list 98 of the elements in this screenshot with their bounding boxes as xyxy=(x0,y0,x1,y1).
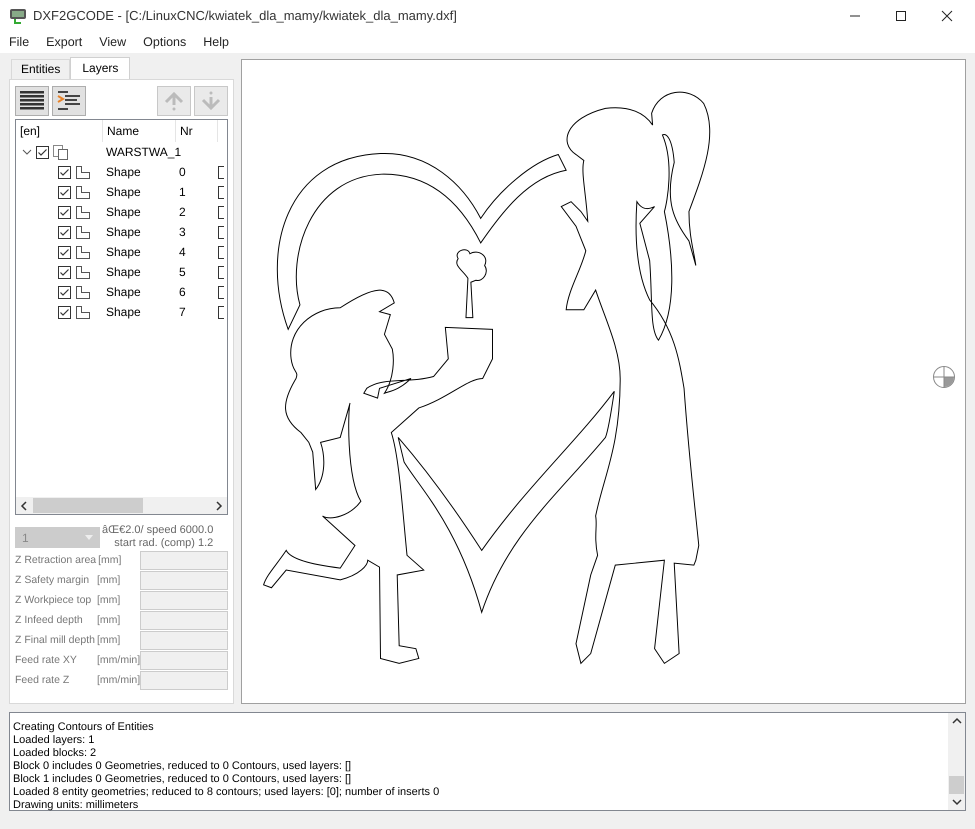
parameter-label: Z Retraction area xyxy=(15,554,96,566)
shape-icon xyxy=(75,284,91,300)
tab[interactable]: Layers xyxy=(70,57,130,79)
shape-name[interactable]: Shape xyxy=(103,265,176,279)
parameter-label: Z Final mill depth xyxy=(15,634,95,646)
scroll-right-icon[interactable] xyxy=(215,500,223,510)
layers-icon xyxy=(53,144,69,160)
shape-number: 0 xyxy=(178,165,187,179)
checkbox[interactable] xyxy=(36,146,49,158)
lines-icon xyxy=(19,90,45,112)
checkbox[interactable] xyxy=(58,166,71,178)
shape-name[interactable]: Shape xyxy=(103,185,176,199)
indent-list-icon xyxy=(56,90,82,112)
shape-icon xyxy=(75,244,91,260)
down-arrow-icon xyxy=(200,90,222,112)
shape-icon xyxy=(75,224,91,240)
menu-item[interactable]: View xyxy=(99,35,126,49)
checkbox[interactable] xyxy=(58,306,71,318)
log-line: Loaded 8 entity geometries; reduced to 8 contours; used layers: [0]; number of inserts 0 xyxy=(13,786,440,799)
unit-label: [mm] xyxy=(97,574,122,586)
scroll-left-icon[interactable] xyxy=(20,500,28,510)
log-line: Loaded layers: 1 xyxy=(13,734,96,747)
shape-name[interactable]: Shape xyxy=(103,285,176,299)
shape-number: 4 xyxy=(178,245,187,259)
shape-number: 5 xyxy=(178,265,187,279)
expand-caret-icon[interactable] xyxy=(22,147,32,157)
log-line: Block 0 includes 0 Geometries, reduced to 0 Contours, used layers: [] xyxy=(13,760,352,773)
window-title: DXF2GCODE - [C:/LinuxCNC/kwiatek_dla_mamy/kwiatek_dla_mamy.dxf] xyxy=(33,8,457,23)
shape-icon xyxy=(75,184,91,200)
shape-name[interactable]: Shape xyxy=(103,305,176,319)
unit-label: [mm] xyxy=(97,634,122,646)
parameter-label: Z Safety margin xyxy=(15,574,90,586)
menu-item[interactable]: Help xyxy=(203,35,229,49)
shape-icon xyxy=(75,204,91,220)
shape-icon xyxy=(75,164,91,180)
vertical-scrollbar[interactable] xyxy=(948,713,965,810)
log-line: Creating Contours of Entities xyxy=(13,721,155,734)
log-line: Loaded blocks: 2 xyxy=(13,747,98,760)
scroll-down-icon[interactable] xyxy=(952,798,962,806)
checkbox[interactable] xyxy=(58,266,71,278)
checkbox[interactable] xyxy=(58,226,71,238)
horizontal-scrollbar[interactable] xyxy=(16,497,227,514)
parameter-label: Z Workpiece top xyxy=(15,594,92,606)
checkbox[interactable] xyxy=(218,226,224,238)
shape-name[interactable]: Shape xyxy=(103,165,176,179)
shape-name[interactable]: Shape xyxy=(103,225,176,239)
checkbox[interactable] xyxy=(58,206,71,218)
crosshair-circle-icon[interactable] xyxy=(932,365,956,389)
maximize-icon[interactable] xyxy=(895,10,907,22)
unit-label: [mm] xyxy=(97,594,122,606)
column-header[interactable]: [en] xyxy=(16,120,103,142)
shape-number: 1 xyxy=(178,185,187,199)
unit-label: [mm/min] xyxy=(97,654,140,666)
checkbox[interactable] xyxy=(218,186,224,198)
checkbox[interactable] xyxy=(58,186,71,198)
scrollbar-thumb[interactable] xyxy=(33,498,143,513)
shape-number: 2 xyxy=(178,205,187,219)
unit-label: [mm] xyxy=(97,614,122,626)
scrollbar-thumb[interactable] xyxy=(949,776,964,794)
layer-name[interactable]: WARSTWA_1 xyxy=(103,145,182,159)
tool-info: start rad. (comp) 1.2 xyxy=(114,537,214,550)
checkbox[interactable] xyxy=(218,306,224,318)
shape-name[interactable]: Shape xyxy=(103,245,176,259)
menu-item[interactable]: Options xyxy=(143,35,186,49)
checkbox[interactable] xyxy=(218,206,224,218)
shape-number: 6 xyxy=(178,285,187,299)
log-line: Drawing units: millimeters xyxy=(13,799,140,812)
shape-number: 7 xyxy=(178,305,187,319)
parameter-label: Feed rate Z xyxy=(15,674,70,686)
drawing-canvas[interactable] xyxy=(241,59,966,704)
close-icon[interactable] xyxy=(941,10,953,22)
shape-icon xyxy=(75,304,91,320)
checkbox[interactable] xyxy=(218,166,224,178)
up-arrow-icon xyxy=(163,90,185,112)
scroll-up-icon[interactable] xyxy=(952,717,962,725)
parameter-label: Feed rate XY xyxy=(15,654,78,666)
column-header[interactable]: Nr xyxy=(176,120,218,142)
tool-info: âŒ€2.0/ speed 6000.0 xyxy=(102,524,214,537)
log-line: Block 1 includes 0 Geometries, reduced to 0 Contours, used layers: [] xyxy=(13,773,352,786)
unit-label: [mm/min] xyxy=(97,674,140,686)
toolbar-button[interactable] xyxy=(15,86,49,116)
parameter-label: Z Infeed depth xyxy=(15,614,84,626)
menu-item[interactable]: Export xyxy=(46,35,82,49)
shape-icon xyxy=(75,264,91,280)
column-header[interactable]: Name xyxy=(103,120,176,142)
menu-item[interactable]: File xyxy=(9,35,30,49)
shape-name[interactable]: Shape xyxy=(103,205,176,219)
toolbar-button[interactable] xyxy=(52,86,86,116)
unit-label: [mm] xyxy=(98,554,122,566)
shape-number: 3 xyxy=(178,225,187,239)
checkbox[interactable] xyxy=(218,286,224,298)
checkbox[interactable] xyxy=(218,246,224,258)
checkbox[interactable] xyxy=(58,286,71,298)
app-icon xyxy=(9,8,27,24)
dropdown-caret-icon xyxy=(85,535,93,540)
tab[interactable]: Entities xyxy=(11,59,70,79)
checkbox[interactable] xyxy=(218,266,224,278)
checkbox[interactable] xyxy=(58,246,71,258)
